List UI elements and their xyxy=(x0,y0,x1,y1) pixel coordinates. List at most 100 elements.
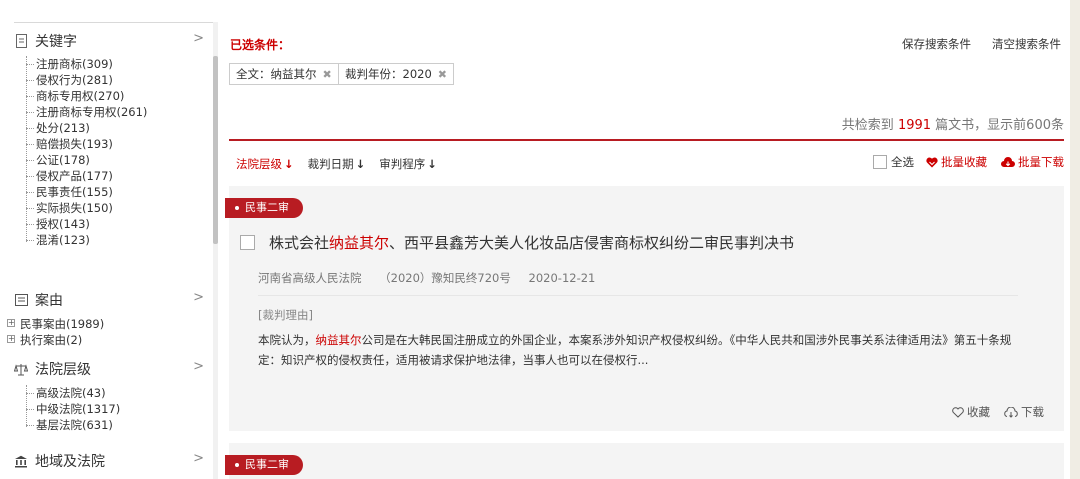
result-card: 民事二审 株式会社纳益其尔、西平县鑫芳大美人化妆品店侵害商标权纠纷二审民事判决书… xyxy=(225,186,1064,431)
cause-item[interactable]: + 执行案由(2) xyxy=(7,332,196,348)
clear-search-button[interactable]: 清空搜索条件 xyxy=(992,36,1061,52)
keyword-item[interactable]: 处分(213) xyxy=(26,120,212,136)
excerpt-text: 本院认为， xyxy=(258,333,316,347)
result-title-link[interactable]: 株式会社纳益其尔、西平县鑫芳大美人化妆品店侵害商标权纠纷二审民事判决书 xyxy=(269,232,794,253)
title-text: 株式会社 xyxy=(269,234,330,252)
keyword-item[interactable]: 授权(143) xyxy=(26,216,212,232)
expand-arrow-icon[interactable]: > xyxy=(193,31,204,46)
batch-favorite-label: 批量收藏 xyxy=(941,155,987,169)
court-level-item[interactable]: 高级法院(43) xyxy=(26,385,212,401)
sort-trial-procedure[interactable]: 审判程序 ↓ xyxy=(379,156,437,172)
page-scrollbar[interactable] xyxy=(1070,0,1080,479)
sidebar-top-divider xyxy=(14,22,218,23)
chip-label: 裁判年份：2020 xyxy=(345,67,432,81)
arrow-down-icon: ↓ xyxy=(284,157,294,171)
keyword-item[interactable]: 商标专用权(270) xyxy=(26,88,212,104)
excerpt-highlight: 纳益其尔 xyxy=(315,333,362,347)
sidebar-section-keywords[interactable]: 关键字 > xyxy=(14,30,214,52)
case-type-label: 民事二审 xyxy=(245,201,289,214)
filter-chip-fulltext: 全文：纳益其尔 ✖ xyxy=(229,63,339,85)
batch-actions: 全选 批量收藏 批量下载 xyxy=(873,154,1064,170)
results-divider xyxy=(229,139,1064,141)
heart-outline-icon xyxy=(952,406,964,418)
keyword-item[interactable]: 公证(178) xyxy=(26,152,212,168)
card-actions: 收藏 下载 xyxy=(952,404,1044,420)
select-all-label[interactable]: 全选 xyxy=(891,154,914,170)
batch-download-label: 批量下载 xyxy=(1018,155,1064,169)
expand-plus-icon[interactable]: + xyxy=(7,335,15,343)
filter-sidebar: 关键字 > 注册商标(309) 侵权行为(281) 商标专用权(270) 注册商… xyxy=(0,0,220,479)
sort-label: 裁判日期 xyxy=(307,157,354,171)
expand-arrow-icon[interactable]: > xyxy=(193,290,204,305)
cloud-download-outline-icon xyxy=(1004,406,1018,418)
result-checkbox[interactable] xyxy=(240,235,255,250)
keyword-item[interactable]: 侵权产品(177) xyxy=(26,168,212,184)
case-number: （2020）豫知民终720号 xyxy=(379,271,511,285)
batch-download-button[interactable]: 批量下载 xyxy=(1001,154,1064,170)
sidebar-section-region[interactable]: 地域及法院 > xyxy=(14,450,214,472)
court-level-item[interactable]: 中级法院(1317) xyxy=(26,401,212,417)
excerpt-text: 公司是在大韩民国注册成立的外国企业，本案系涉外知识产权侵权纠纷。《中华人民共和国… xyxy=(258,333,1012,367)
sidebar-section-cause[interactable]: 案由 > xyxy=(14,289,214,311)
keyword-item[interactable]: 民事责任(155) xyxy=(26,184,212,200)
expand-plus-icon[interactable]: + xyxy=(7,319,15,327)
sidebar-section-court-level[interactable]: 法院层级 > xyxy=(14,358,214,380)
result-count-suffix: 篇文书，显示前600条 xyxy=(935,118,1064,133)
sort-bar: 法院层级 ↓ 裁判日期 ↓ 审判程序 ↓ xyxy=(236,156,437,172)
keyword-item[interactable]: 注册商标(309) xyxy=(26,56,212,72)
title-text: 、西平县鑫芳大美人化妆品店侵害商标权纠纷二审民事判决书 xyxy=(389,234,795,252)
favorite-button[interactable]: 收藏 xyxy=(952,404,990,420)
keyword-list: 注册商标(309) 侵权行为(281) 商标专用权(270) 注册商标专用权(2… xyxy=(26,56,212,248)
judgment-date: 2020-12-21 xyxy=(528,271,596,285)
arrow-down-icon: ↓ xyxy=(355,157,366,171)
sidebar-section-title: 法院层级 xyxy=(35,362,91,378)
sort-judgment-date[interactable]: 裁判日期 ↓ xyxy=(308,156,366,172)
sidebar-section-title: 关键字 xyxy=(35,34,77,50)
cloud-download-icon xyxy=(1001,156,1015,167)
cause-item[interactable]: + 民事案由(1989) xyxy=(7,316,196,332)
cause-item-label: 民事案由(1989) xyxy=(20,317,105,331)
select-all-checkbox[interactable] xyxy=(873,155,887,169)
scales-icon xyxy=(14,362,28,376)
close-icon[interactable]: ✖ xyxy=(323,68,332,81)
close-icon[interactable]: ✖ xyxy=(438,68,447,81)
sort-court-level[interactable]: 法院层级 ↓ xyxy=(236,156,294,172)
result-count: 共检索到 1991 篇文书，显示前600条 xyxy=(842,114,1064,133)
favorite-label: 收藏 xyxy=(967,405,990,419)
download-button[interactable]: 下载 xyxy=(1004,404,1044,420)
sidebar-section-title: 地域及法院 xyxy=(35,454,105,470)
heart-icon xyxy=(926,157,938,167)
sidebar-scrollbar-thumb[interactable] xyxy=(213,56,218,244)
keyword-item[interactable]: 侵权行为(281) xyxy=(26,72,212,88)
case-type-tag: 民事二审 xyxy=(225,198,303,218)
document-icon xyxy=(14,34,28,48)
selected-conditions-label: 已选条件： xyxy=(230,38,291,52)
keyword-item[interactable]: 赔偿损失(193) xyxy=(26,136,212,152)
dot-icon xyxy=(235,206,239,210)
result-count-prefix: 共检索到 xyxy=(841,118,894,133)
court-level-item[interactable]: 基层法院(631) xyxy=(26,417,212,433)
keyword-item[interactable]: 混淆(123) xyxy=(26,232,212,248)
result-excerpt: 本院认为，纳益其尔公司是在大韩民国注册成立的外国企业，本案系涉外知识产权侵权纠纷… xyxy=(258,330,1028,370)
chip-label: 全文：纳益其尔 xyxy=(236,67,317,81)
list-icon xyxy=(14,293,28,307)
results-panel: 已选条件： 保存搜索条件 清空搜索条件 全文：纳益其尔 ✖ 裁判年份：2020 ✖ … xyxy=(225,0,1064,479)
keyword-item[interactable]: 实际损失(150) xyxy=(26,200,212,216)
expand-arrow-icon[interactable]: > xyxy=(193,359,204,374)
court-level-list: 高级法院(43) 中级法院(1317) 基层法院(631) xyxy=(26,385,212,433)
filter-chip-year: 裁判年份：2020 ✖ xyxy=(338,63,454,85)
arrow-down-icon: ↓ xyxy=(427,157,437,171)
expand-arrow-icon[interactable]: > xyxy=(193,451,204,466)
sidebar-section-title: 案由 xyxy=(35,293,63,309)
reason-label: [裁判理由] xyxy=(258,308,313,322)
courthouse-icon xyxy=(14,454,28,468)
result-meta: 河南省高级人民法院 （2020）豫知民终720号 2020-12-21 xyxy=(258,270,609,286)
batch-favorite-button[interactable]: 批量收藏 xyxy=(926,154,987,170)
title-highlight: 纳益其尔 xyxy=(329,234,390,252)
case-type-label: 民事二审 xyxy=(245,458,289,471)
result-count-number: 1991 xyxy=(897,118,932,133)
keyword-item[interactable]: 注册商标专用权(261) xyxy=(26,104,212,120)
save-search-button[interactable]: 保存搜索条件 xyxy=(902,36,971,52)
case-type-tag: 民事二审 xyxy=(225,455,303,475)
dot-icon xyxy=(235,463,239,467)
